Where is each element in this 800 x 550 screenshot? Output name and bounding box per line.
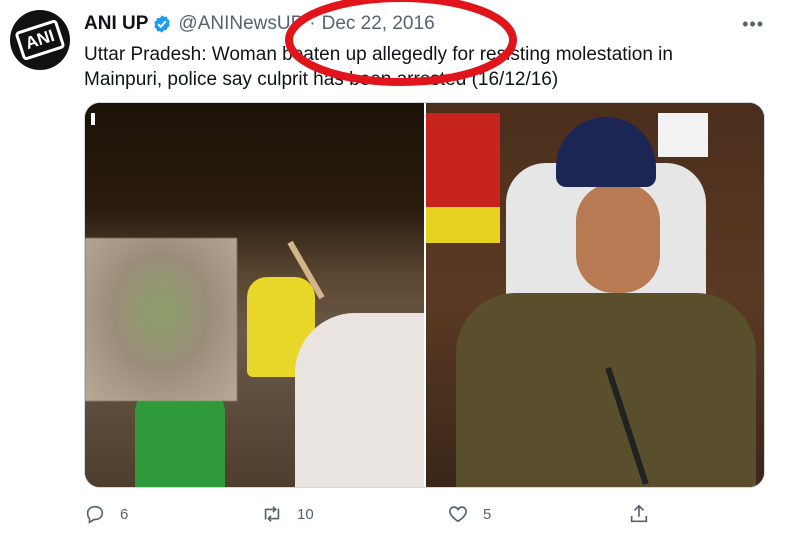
- tweet-card[interactable]: ANI ANI UP @ANINewsUP · Dec 22, 2016 •••…: [0, 0, 800, 550]
- tweet-text: Uttar Pradesh: Woman beaten up allegedly…: [84, 44, 673, 90]
- retweet-count: 10: [297, 505, 314, 523]
- reply-button[interactable]: 6: [84, 500, 128, 528]
- like-button[interactable]: 5: [447, 500, 491, 528]
- ani-logo: ANI: [14, 18, 66, 62]
- verified-badge-icon: [154, 15, 171, 33]
- more-options-icon[interactable]: •••: [742, 14, 764, 35]
- retweet-button[interactable]: 10: [261, 500, 314, 528]
- retweet-icon: [264, 506, 280, 522]
- avatar[interactable]: ANI: [10, 10, 70, 70]
- photo-cap: [556, 117, 656, 187]
- photo-poster-yellow: [426, 207, 500, 243]
- tweet-actions: 6 10 5: [84, 500, 784, 528]
- reply-count: 6: [120, 505, 129, 523]
- avatar-logo-text: ANI: [22, 25, 57, 54]
- photo-uniform: [456, 293, 756, 487]
- tweet-media[interactable]: [84, 102, 765, 488]
- share-icon: [630, 504, 648, 523]
- share-button[interactable]: [628, 500, 664, 528]
- photo-face: [576, 183, 660, 293]
- tweet-header: ANI UP @ANINewsUP · Dec 22, 2016: [84, 12, 435, 36]
- media-image-left[interactable]: [85, 103, 424, 487]
- photo-poster-red: [426, 113, 500, 207]
- tweet-date[interactable]: Dec 22, 2016: [322, 13, 435, 35]
- media-image-right[interactable]: [426, 103, 764, 487]
- header-separator: ·: [309, 13, 316, 34]
- video-marker-icon: [91, 113, 95, 125]
- photo-poster-white: [658, 113, 708, 157]
- blurred-face: [85, 238, 237, 401]
- heart-icon: [449, 506, 467, 523]
- handle[interactable]: @ANINewsUP: [178, 13, 303, 35]
- like-count: 5: [483, 505, 492, 523]
- display-name[interactable]: ANI UP: [84, 13, 148, 35]
- photo-person-white: [295, 313, 424, 487]
- reply-icon: [86, 505, 104, 524]
